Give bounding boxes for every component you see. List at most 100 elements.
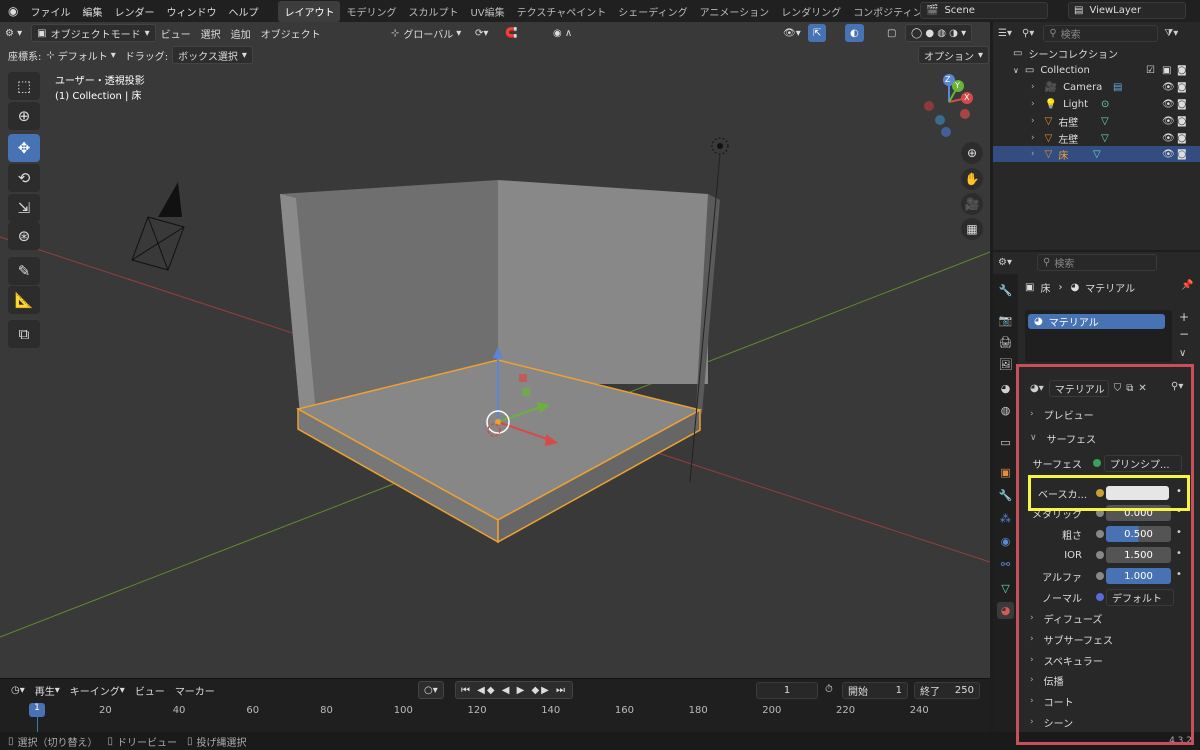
render-camera-icon[interactable]: ◙: [1177, 116, 1187, 127]
outliner[interactable]: ☰▾ ⚲▾ ⚲ 検索 ⧩▾ ▭ シーンコレクション ∨ ▭ Collection…: [993, 22, 1200, 250]
menu-select[interactable]: 選択: [196, 24, 226, 42]
tab-shading[interactable]: シェーディング: [612, 1, 693, 22]
zoom-icon[interactable]: ⊕: [961, 142, 983, 164]
properties-search-input[interactable]: ⚲ 検索: [1036, 253, 1157, 271]
timeline-view-menu[interactable]: ビュー: [130, 681, 170, 699]
menu-window[interactable]: ウィンドウ: [160, 4, 222, 19]
tab-animation[interactable]: アニメーション: [694, 1, 776, 22]
playhead[interactable]: 1: [29, 703, 45, 717]
outliner-search-input[interactable]: ⚲ 検索: [1043, 24, 1159, 42]
transform-orientation-dropdown[interactable]: ⊹ グローバル ▾: [386, 24, 466, 42]
eye-icon[interactable]: 👁: [1162, 82, 1175, 93]
playback-controls[interactable]: ⏮ ◀◆ ◀ ▶ ◆▶ ⏭: [455, 681, 574, 699]
filter-icon[interactable]: ⧩▾: [1164, 28, 1178, 39]
marker-menu[interactable]: マーカー: [170, 681, 220, 699]
object-tab-icon[interactable]: ▣: [997, 464, 1014, 481]
constraints-tab-icon[interactable]: ⚯: [997, 556, 1014, 573]
tab-sculpt[interactable]: スカルプト: [402, 1, 464, 22]
perspective-grid-icon[interactable]: ▦: [961, 218, 983, 240]
material-slot-item[interactable]: ◕ マテリアル: [1028, 314, 1165, 329]
scene-selector[interactable]: 🎬 Scene: [920, 2, 1048, 19]
rotate-tool[interactable]: ⟲: [8, 164, 40, 192]
start-frame-field[interactable]: 開始 1: [842, 682, 908, 699]
pivot-point-button[interactable]: ⟳▾: [470, 24, 493, 42]
tab-layout[interactable]: レイアウト: [278, 0, 341, 22]
output-tab-icon[interactable]: 🖨: [997, 334, 1014, 351]
shading-mode-group[interactable]: ◯ ● ◍ ◑ ▾: [905, 24, 973, 42]
eye-icon[interactable]: 👁: [1162, 116, 1175, 127]
options-dropdown[interactable]: オプション ▾: [918, 46, 990, 64]
coord-dropdown[interactable]: ⊹ デフォルト ▾: [41, 46, 120, 64]
menu-view[interactable]: ビュー: [156, 24, 196, 42]
snap-button[interactable]: 🧲: [500, 24, 522, 42]
annotate-tool[interactable]: ✎: [8, 257, 40, 285]
overlay-toggle-button[interactable]: ◐: [845, 24, 864, 42]
material-slot-list[interactable]: ◕ マテリアル: [1025, 310, 1172, 362]
move-tool[interactable]: ✥: [8, 134, 40, 162]
editor-type-button[interactable]: ⚙ ▾: [0, 24, 27, 42]
modifier-tab-icon[interactable]: 🔧: [997, 487, 1014, 504]
auto-keying-button[interactable]: ○▾: [418, 681, 444, 699]
view-layer-selector[interactable]: ▤ ViewLayer: [1068, 2, 1186, 19]
proportional-edit-button[interactable]: ◉ ∧: [548, 24, 577, 42]
xray-toggle-button[interactable]: ▢: [882, 24, 901, 42]
menu-help[interactable]: ヘルプ: [222, 4, 264, 19]
menu-file[interactable]: ファイル: [24, 4, 76, 19]
world-tab-icon[interactable]: ◍: [997, 402, 1014, 419]
outliner-item-camera[interactable]: › 🎥 Camera ▤ 👁 ◙: [993, 79, 1200, 95]
playback-menu[interactable]: 再生 ▾: [30, 681, 65, 699]
gizmo-toggle-button[interactable]: ⇱: [808, 24, 827, 42]
tab-texture-paint[interactable]: テクスチャペイント: [511, 1, 613, 22]
camera-render-icon[interactable]: ▣: [1162, 65, 1171, 76]
collection-row[interactable]: ∨ ▭ Collection ☑ ▣ ◙: [993, 62, 1200, 78]
measure-tool[interactable]: 📐: [8, 286, 40, 314]
physics-tab-icon[interactable]: ◉: [997, 533, 1014, 550]
transform-tool[interactable]: ⊛: [8, 222, 40, 250]
add-cube-tool[interactable]: ⧉: [8, 320, 40, 348]
render-camera-icon[interactable]: ◙: [1177, 82, 1187, 93]
pan-hand-icon[interactable]: ✋: [961, 168, 983, 190]
render-camera-icon[interactable]: ◙: [1177, 133, 1187, 144]
cursor-tool[interactable]: ⊕: [8, 102, 40, 130]
mode-dropdown[interactable]: ▣ オブジェクトモード ▾: [31, 24, 156, 42]
collection-tab-icon[interactable]: ▭: [997, 434, 1014, 451]
menu-render[interactable]: レンダー: [108, 4, 160, 19]
frame-ruler[interactable]: 20 40 60 80 100 120 140 160 180 200 220 240: [0, 701, 990, 721]
camera-view-icon[interactable]: 🎥: [961, 193, 983, 215]
end-frame-field[interactable]: 終了 250: [914, 682, 980, 699]
pin-icon[interactable]: 📌: [1181, 280, 1193, 291]
current-frame-field[interactable]: 1: [756, 682, 818, 699]
tab-uv-editing[interactable]: UV編集: [464, 1, 510, 22]
display-mode-button[interactable]: ⚲▾: [1017, 24, 1039, 42]
timeline-editor-button[interactable]: ◷▾: [6, 681, 30, 699]
menu-edit[interactable]: 編集: [76, 4, 108, 19]
tab-modeling[interactable]: モデリング: [340, 1, 402, 22]
scene-tab-icon[interactable]: ◕: [997, 380, 1014, 397]
outliner-item-left-wall[interactable]: › ▽ 左壁 ▽ 👁 ◙: [993, 130, 1200, 146]
properties-editor-button[interactable]: ⚙▾: [993, 253, 1017, 271]
render-camera-icon[interactable]: ◙: [1177, 149, 1187, 160]
3d-viewport[interactable]: ⚙ ▾ ▣ オブジェクトモード ▾ ビュー 選択 追加 オブジェクト ⊹ グロー…: [0, 22, 990, 678]
outliner-editor-button[interactable]: ☰▾: [993, 24, 1017, 42]
drag-dropdown[interactable]: ボックス選択 ▾: [172, 46, 253, 64]
stopwatch-icon[interactable]: ⏱: [825, 684, 833, 695]
eye-icon[interactable]: 👁: [1162, 133, 1175, 144]
tool-tab-icon[interactable]: 🔧: [997, 282, 1014, 299]
remove-slot-button[interactable]: −: [1179, 327, 1189, 341]
checkbox-icon[interactable]: ☑: [1146, 65, 1155, 76]
particles-tab-icon[interactable]: ⁂: [997, 510, 1014, 527]
add-slot-button[interactable]: +: [1179, 310, 1189, 324]
menu-add[interactable]: 追加: [226, 24, 256, 42]
eye-icon[interactable]: 👁: [1162, 99, 1175, 110]
render-icon[interactable]: ◙: [1177, 65, 1187, 76]
render-tab-icon[interactable]: 📷: [997, 312, 1014, 329]
outliner-item-floor[interactable]: › ▽ 床 ▽ 👁 ◙: [993, 146, 1200, 162]
visibility-button[interactable]: 👁▾: [778, 24, 806, 42]
timeline[interactable]: ◷▾ 再生 ▾ キーイング ▾ ビュー マーカー ○▾ ⏮ ◀◆ ◀ ▶ ◆▶ ⏭ …: [0, 678, 990, 733]
blender-logo-icon[interactable]: ◉: [0, 4, 24, 18]
scene-collection-row[interactable]: ▭ シーンコレクション: [993, 45, 1200, 61]
menu-object[interactable]: オブジェクト: [256, 24, 326, 42]
slot-specials-button[interactable]: ∨: [1179, 348, 1186, 359]
render-camera-icon[interactable]: ◙: [1177, 99, 1187, 110]
tab-rendering[interactable]: レンダリング: [775, 1, 847, 22]
